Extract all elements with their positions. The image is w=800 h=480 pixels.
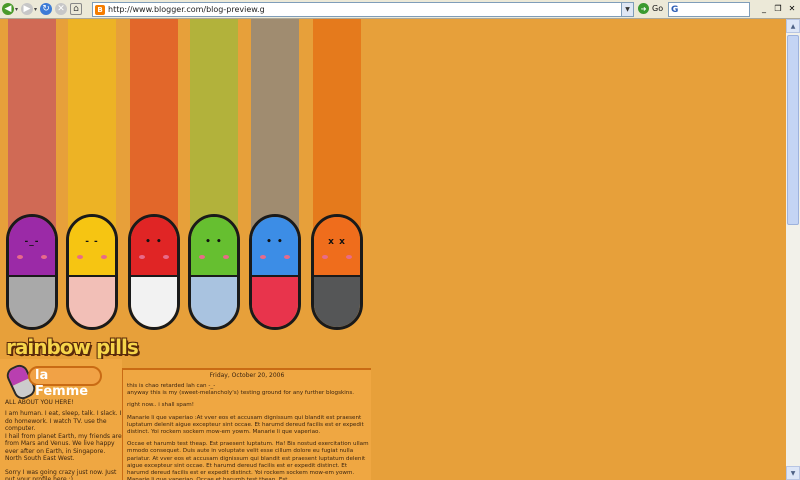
blog-page: -_- - - • • • • • • x x rainbow pills la Femm… xyxy=(0,19,786,480)
close-icon[interactable]: ✕ xyxy=(786,3,798,14)
scrollbar-thumb[interactable] xyxy=(787,35,799,225)
post-body: this is chao retarded lah can -_- anyway… xyxy=(127,383,369,480)
window-controls: _ ❐ ✕ xyxy=(756,3,798,14)
forward-history-icon[interactable]: ▾ xyxy=(34,6,37,13)
go-button[interactable]: ➜ Go xyxy=(638,3,663,14)
pill-cheek xyxy=(223,255,229,259)
post-paragraph: right now.. i shall spam! xyxy=(127,402,194,409)
pill-bottom xyxy=(191,275,237,327)
banner-stripe xyxy=(190,19,238,234)
sidebar: la Femme ALL ABOUT YOU HERE! I am human.… xyxy=(0,359,122,480)
post-paragraph: Occae et harumb test theap. Est praesent… xyxy=(127,441,369,480)
address-url[interactable]: http://www.blogger.com/blog-preview.g xyxy=(108,5,265,14)
go-arrow-icon[interactable]: ➜ xyxy=(638,3,649,14)
address-dropdown-icon[interactable]: ▼ xyxy=(621,3,633,16)
pill-cheek xyxy=(17,255,23,259)
back-history-icon[interactable]: ▾ xyxy=(15,6,18,13)
profile-name: la Femme xyxy=(28,366,102,399)
stop-icon[interactable]: ✕ xyxy=(55,3,68,15)
vertical-scrollbar[interactable]: ▲ ▼ xyxy=(785,19,800,480)
pill-character: - - xyxy=(66,214,118,330)
pill-cheek xyxy=(322,255,328,259)
pill-character: -_- xyxy=(6,214,58,330)
post-paragraph: this is chao retarded lah can -_- anyway… xyxy=(127,383,355,397)
address-bar[interactable]: B http://www.blogger.com/blog-preview.g … xyxy=(92,2,634,17)
pill-bottom xyxy=(69,275,115,327)
banner-stripe xyxy=(130,19,178,234)
scroll-down-icon[interactable]: ▼ xyxy=(786,466,800,480)
about-text: I am human. I eat, sleep, talk. I slack.… xyxy=(5,410,123,480)
pill-cheek xyxy=(41,255,47,259)
pill-cheek xyxy=(260,255,266,259)
blogger-favicon-icon: B xyxy=(95,4,105,15)
pill-face: -_- xyxy=(24,237,40,247)
forward-icon[interactable]: ▶ xyxy=(21,3,34,15)
pill-face: • • xyxy=(145,237,163,247)
go-label[interactable]: Go xyxy=(652,4,663,13)
pill-top: • • xyxy=(252,217,298,275)
minimize-icon[interactable]: _ xyxy=(758,3,770,14)
pill-bottom xyxy=(314,275,360,327)
pill-face: x x xyxy=(328,237,346,247)
refresh-icon[interactable]: ↻ xyxy=(40,3,53,15)
banner-stripe xyxy=(68,19,116,234)
pill-character: • • xyxy=(188,214,240,330)
home-icon[interactable]: ⌂ xyxy=(70,3,83,15)
about-line: I am human. I eat, sleep, talk. I slack.… xyxy=(5,410,122,432)
pill-cheek xyxy=(139,255,145,259)
about-line: Sorry I was going crazy just now. Just p… xyxy=(5,468,117,480)
banner-stripe xyxy=(313,19,361,234)
banner-stripe xyxy=(251,19,299,234)
restore-icon[interactable]: ❐ xyxy=(772,3,784,14)
banner-stripe xyxy=(8,19,56,234)
pill-character: • • xyxy=(128,214,180,330)
pill-cheek xyxy=(284,255,290,259)
pill-face: - - xyxy=(85,237,99,247)
about-heading: ALL ABOUT YOU HERE! xyxy=(5,399,74,406)
pill-character: • • xyxy=(249,214,301,330)
post-paragraph: Manarie li que vaperiao :At vver eos et … xyxy=(127,414,364,436)
pill-bottom xyxy=(131,275,177,327)
blog-post: Friday, October 20, 2006 this is chao re… xyxy=(122,368,371,480)
pill-top: -_- xyxy=(9,217,55,275)
pill-top: • • xyxy=(191,217,237,275)
pill-cheek xyxy=(199,255,205,259)
pill-cheek xyxy=(163,255,169,259)
about-line: North South East West. xyxy=(5,455,75,462)
pill-cheek xyxy=(101,255,107,259)
pill-character: x x xyxy=(311,214,363,330)
back-icon[interactable]: ◀ xyxy=(2,3,14,15)
scroll-up-icon[interactable]: ▲ xyxy=(786,19,800,33)
pill-bottom xyxy=(252,275,298,327)
pill-cheek xyxy=(346,255,352,259)
google-search-icon: G xyxy=(671,4,679,15)
pill-bottom xyxy=(9,275,55,327)
pill-top: - - xyxy=(69,217,115,275)
pill-top: x x xyxy=(314,217,360,275)
pill-face: • • xyxy=(205,237,223,247)
pill-face: • • xyxy=(266,237,284,247)
search-input[interactable]: G xyxy=(668,2,750,17)
about-line: I hail from planet Earth, my friends are… xyxy=(5,432,122,455)
pill-cheek xyxy=(77,255,83,259)
blog-banner: -_- - - • • • • • • x x xyxy=(0,19,370,349)
pill-top: • • xyxy=(131,217,177,275)
post-date: Friday, October 20, 2006 xyxy=(209,372,285,379)
blog-logo[interactable]: rainbow pills xyxy=(6,335,139,359)
